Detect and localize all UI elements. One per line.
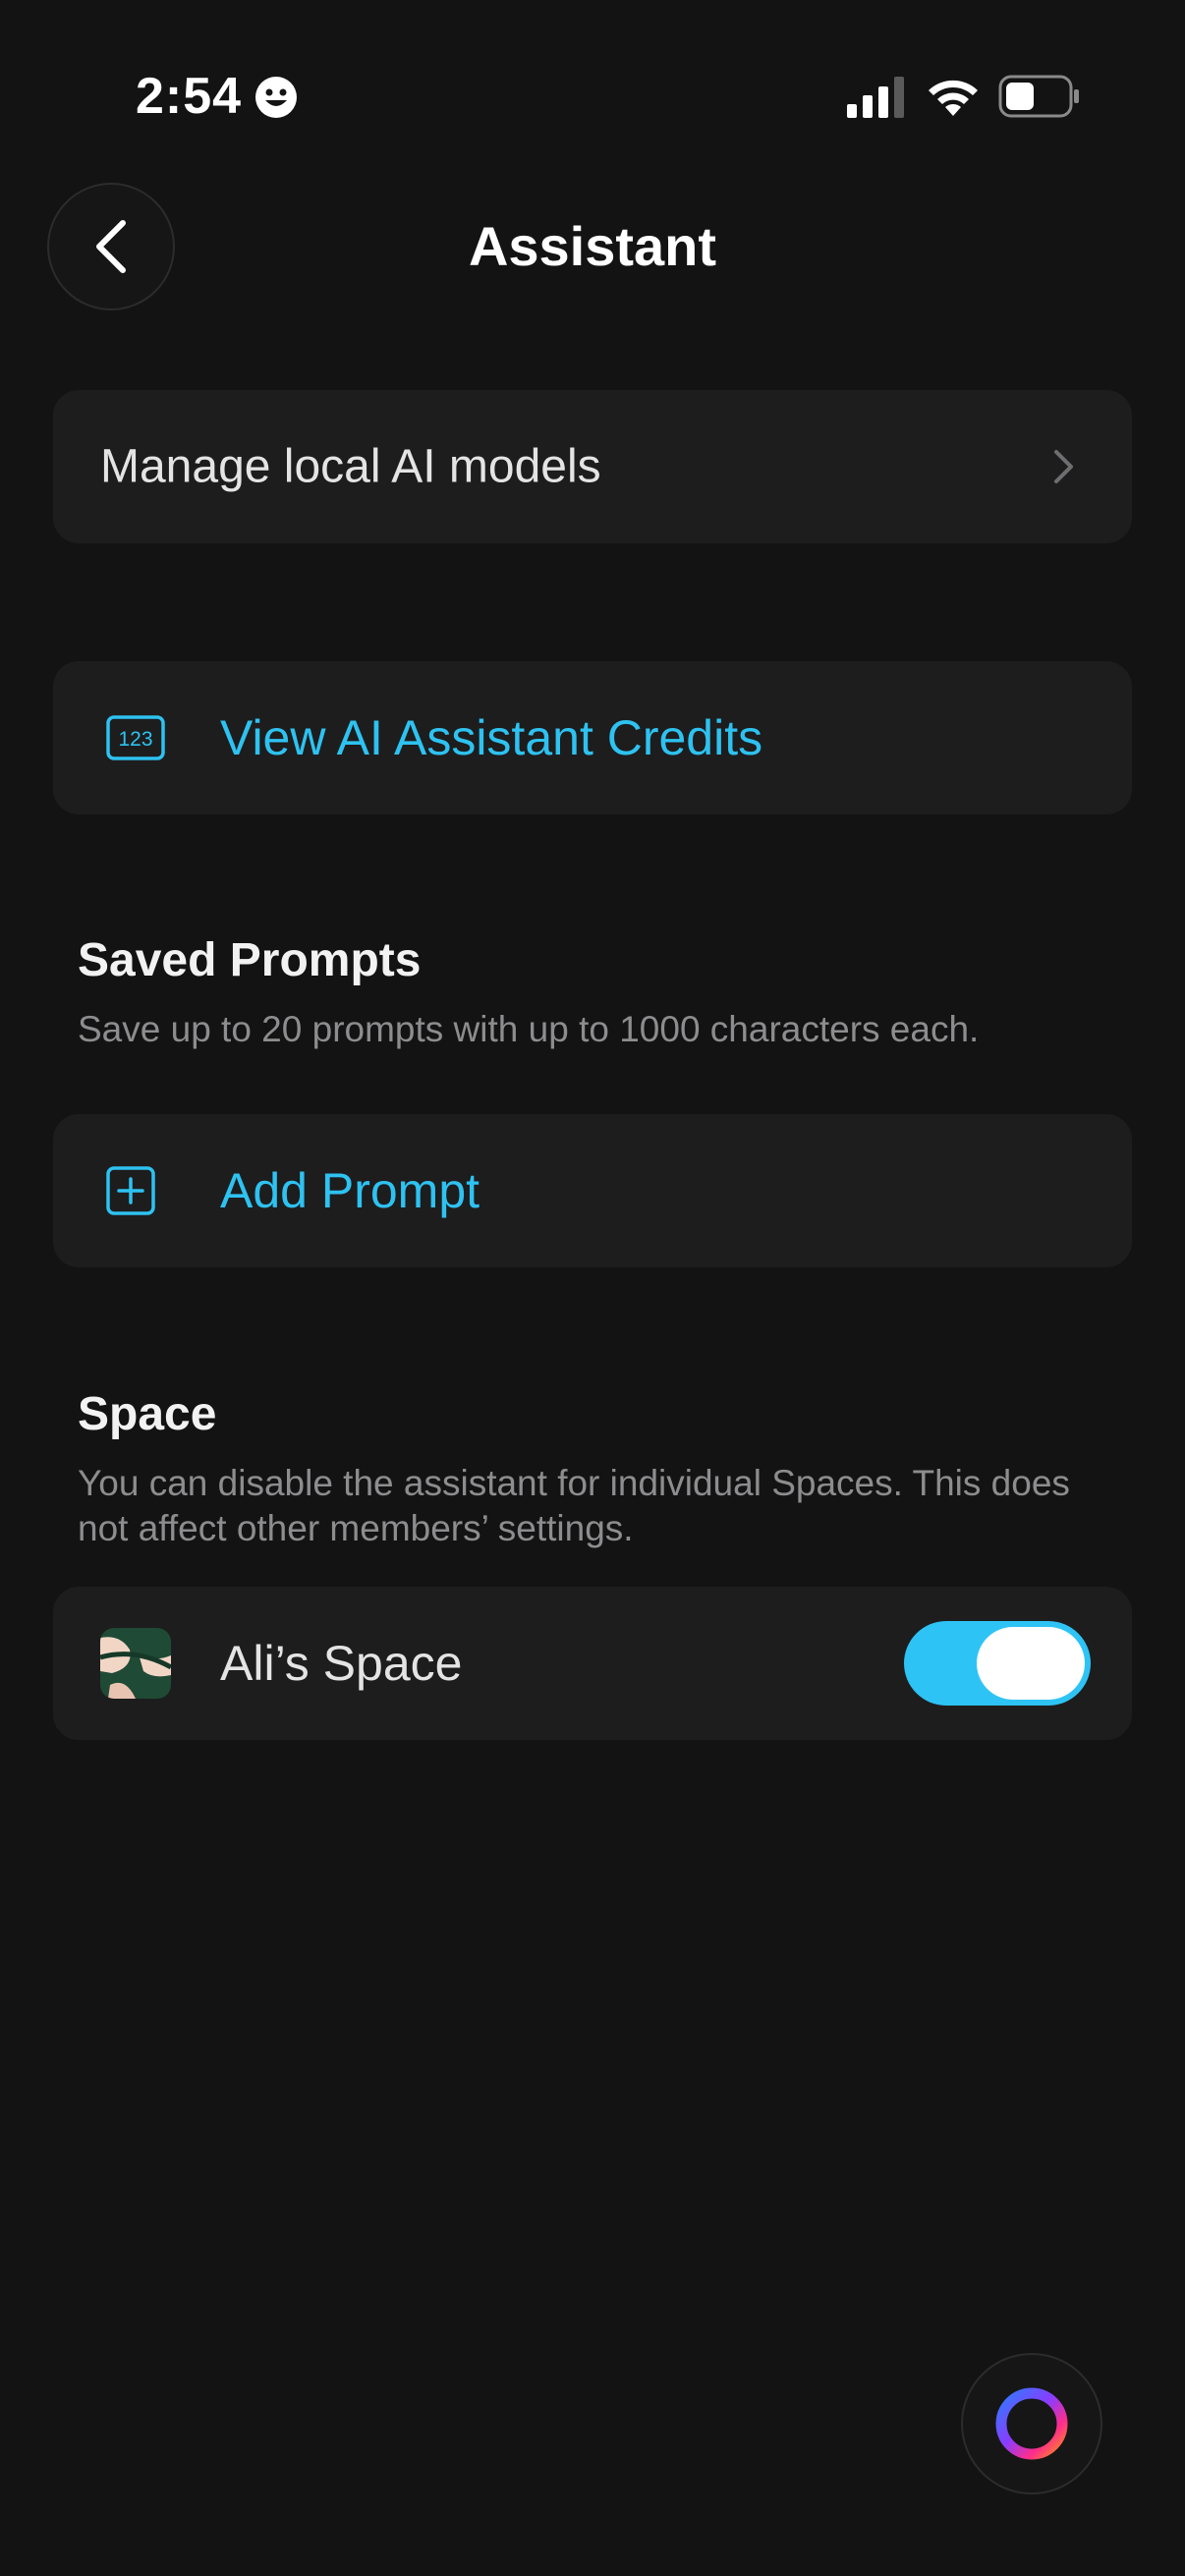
space-assistant-toggle[interactable] [904, 1621, 1091, 1706]
status-bar: 2:54 [0, 0, 1185, 187]
plus-square-icon [106, 1166, 155, 1215]
chevron-right-icon [1054, 450, 1073, 483]
smiley-emoji-icon [255, 77, 297, 118]
view-ai-credits-label: View AI Assistant Credits [220, 710, 763, 765]
battery-icon [998, 75, 1079, 118]
add-prompt-button[interactable]: Add Prompt [53, 1114, 1132, 1267]
status-time: 2:54 [136, 68, 243, 125]
manage-local-ai-models-label: Manage local AI models [100, 440, 601, 493]
cellular-signal-icon [847, 77, 904, 118]
wifi-icon [929, 80, 978, 116]
svg-text:123: 123 [118, 728, 152, 751]
manage-local-ai-models-row[interactable]: Manage local AI models [53, 390, 1132, 543]
add-prompt-label: Add Prompt [220, 1163, 480, 1218]
view-ai-credits-row[interactable]: 123 View AI Assistant Credits [53, 661, 1132, 814]
credits-123-icon: 123 [106, 715, 165, 760]
space-name: Ali’s Space [220, 1636, 463, 1691]
assistant-fab-button[interactable] [961, 2353, 1102, 2494]
assistant-ring-icon [995, 2387, 1068, 2460]
toggle-knob [977, 1627, 1085, 1700]
space-avatar [100, 1628, 171, 1699]
saved-prompts-heading: Saved Prompts [78, 934, 422, 986]
page-title: Assistant [468, 215, 717, 277]
space-row: Ali’s Space [53, 1587, 1132, 1740]
space-heading: Space [78, 1388, 217, 1440]
space-description: You can disable the assistant for indivi… [78, 1463, 1070, 1548]
saved-prompts-description: Save up to 20 prompts with up to 1000 ch… [78, 1009, 980, 1049]
